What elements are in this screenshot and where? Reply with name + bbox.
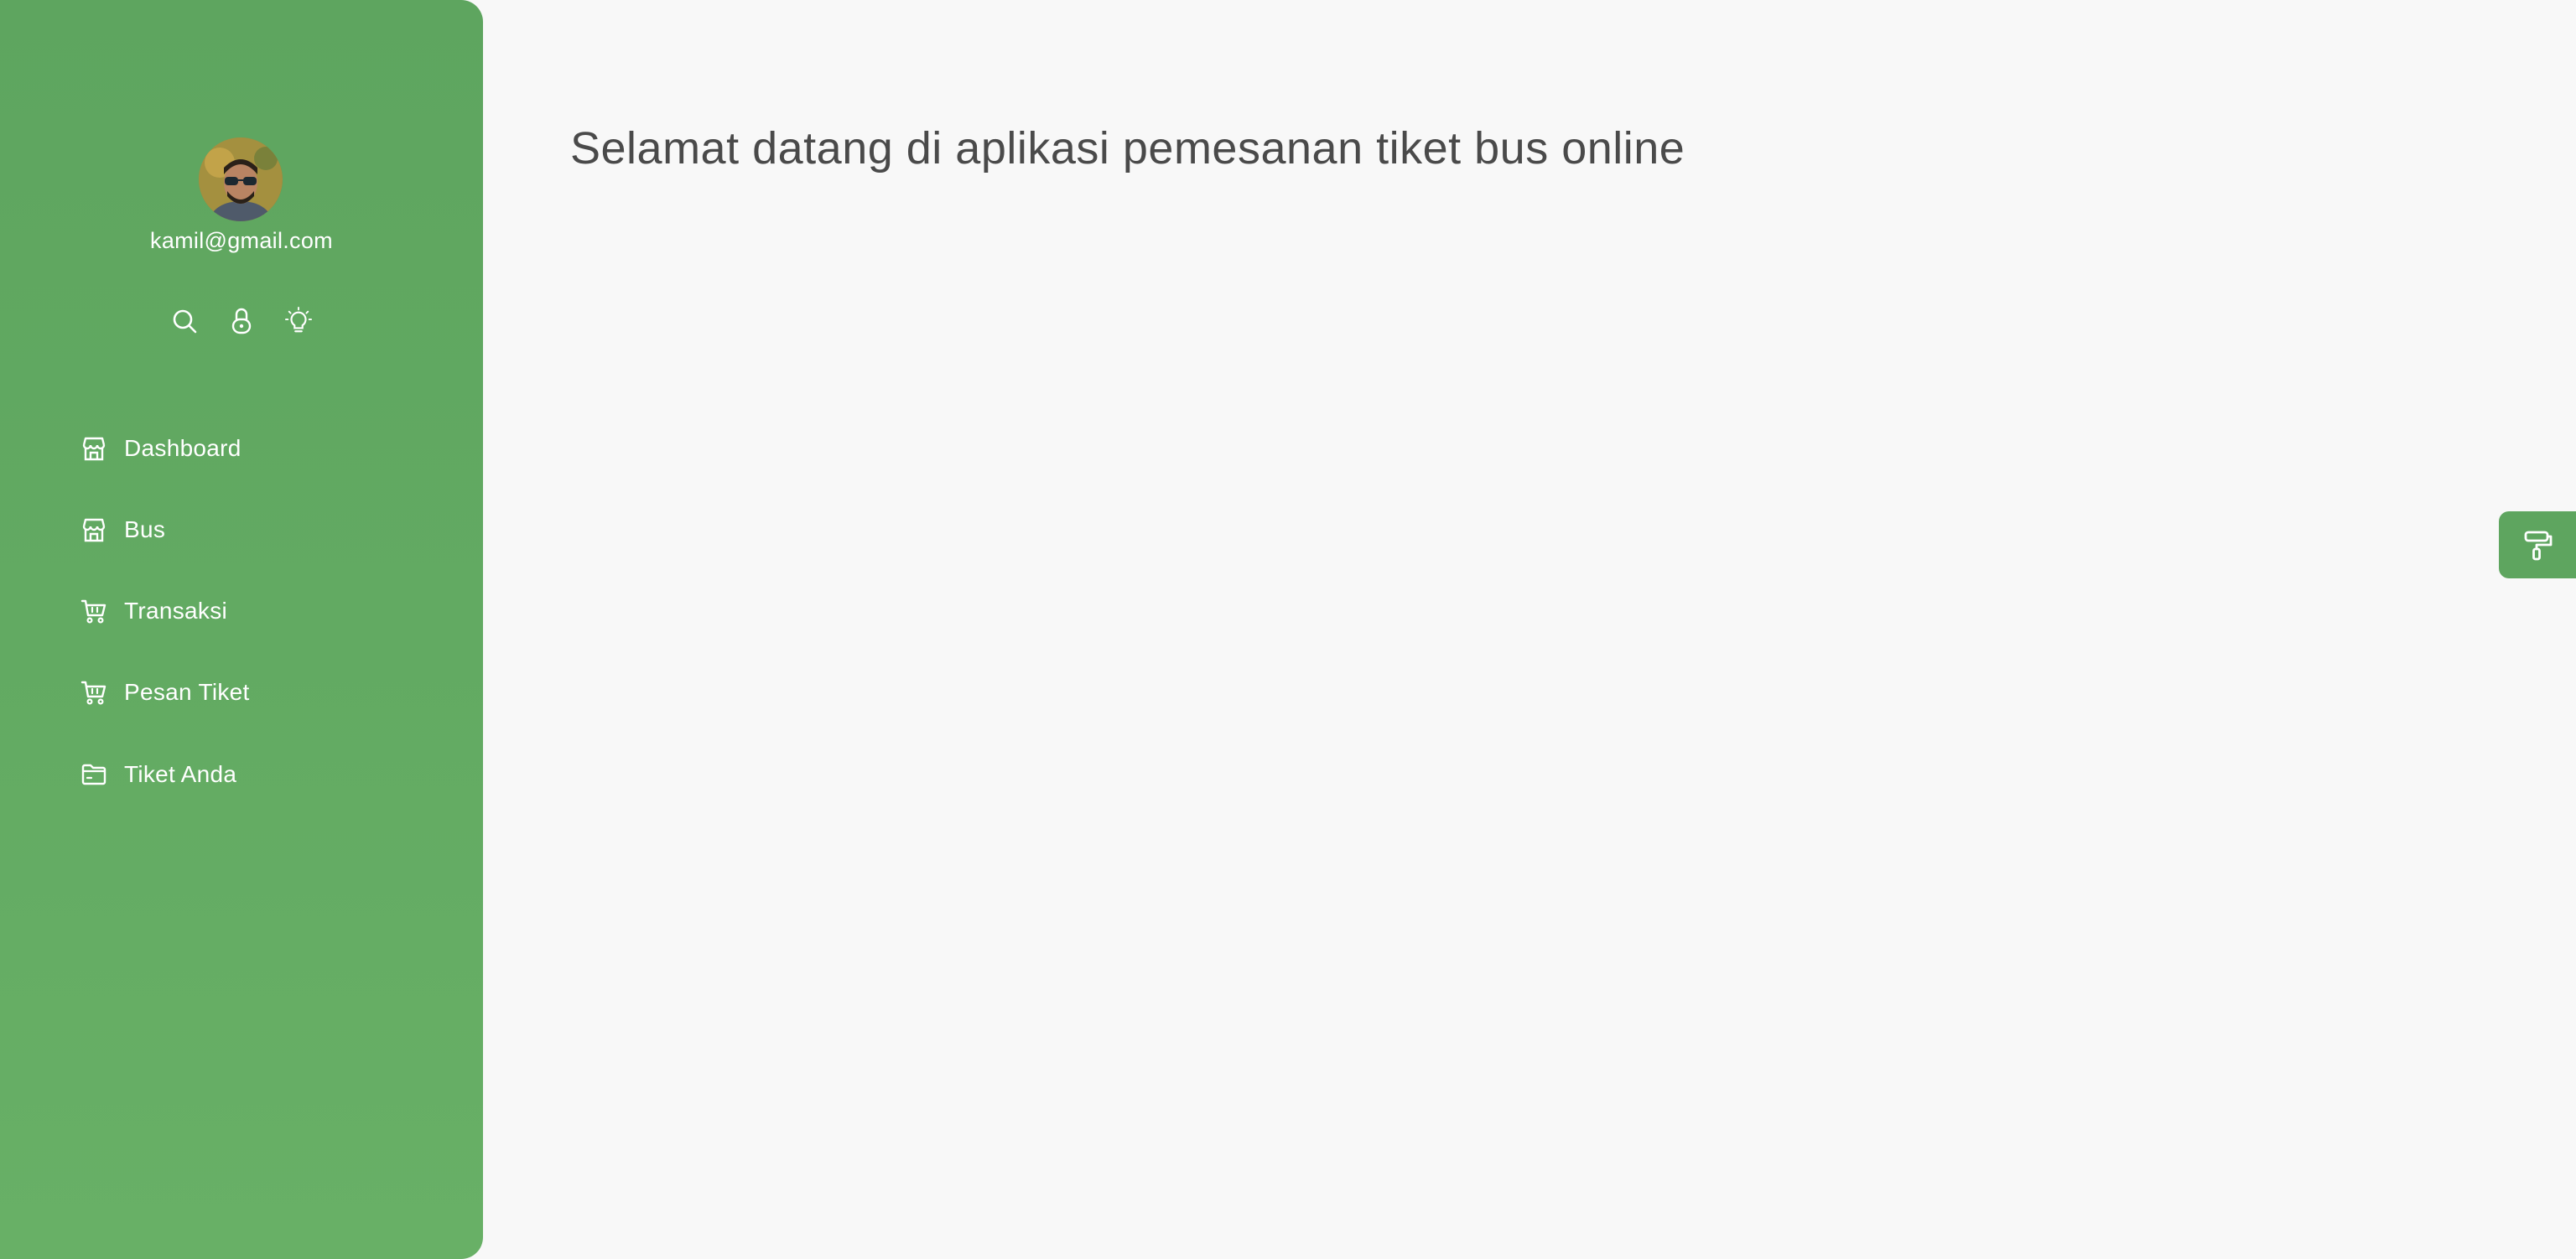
sidebar-item-pesan-tiket[interactable]: Pesan Tiket (79, 674, 250, 711)
lock-button[interactable] (228, 305, 255, 337)
search-icon (173, 309, 197, 334)
avatar[interactable] (199, 137, 283, 221)
app-root: kamil@gmail.com Dashboard Bus Transaksi … (0, 0, 2576, 1259)
sidebar-item-label: Bus (124, 516, 166, 542)
theme-customizer-button[interactable] (2499, 511, 2576, 578)
theme-toggle-button[interactable] (285, 305, 312, 337)
paint-roller-icon (2524, 531, 2553, 561)
lightbulb-icon (285, 307, 312, 333)
sidebar-item-label: Transaksi (124, 598, 228, 624)
quick-actions (0, 305, 483, 337)
store-icon (79, 433, 109, 464)
sidebar-item-label: Dashboard (124, 435, 242, 461)
folder-icon (79, 759, 109, 790)
sidebar-item-bus[interactable]: Bus (79, 511, 165, 548)
cart-icon (79, 677, 109, 707)
sidebar-item-label: Tiket Anda (124, 761, 237, 787)
lock-icon (231, 308, 252, 334)
sidebar-item-dashboard[interactable]: Dashboard (79, 430, 242, 467)
sidebar-item-transaksi[interactable]: Transaksi (79, 593, 227, 630)
sidebar-item-label: Pesan Tiket (124, 679, 250, 705)
sidebar-item-tiket-anda[interactable]: Tiket Anda (79, 756, 236, 793)
user-email: kamil@gmail.com (150, 228, 333, 253)
cart-icon (79, 596, 109, 626)
sidebar: kamil@gmail.com Dashboard Bus Transaksi … (0, 0, 483, 1259)
search-button[interactable] (171, 305, 198, 337)
store-icon (79, 515, 109, 545)
page-title: Selamat datang di aplikasi pemesanan tik… (570, 123, 1685, 174)
